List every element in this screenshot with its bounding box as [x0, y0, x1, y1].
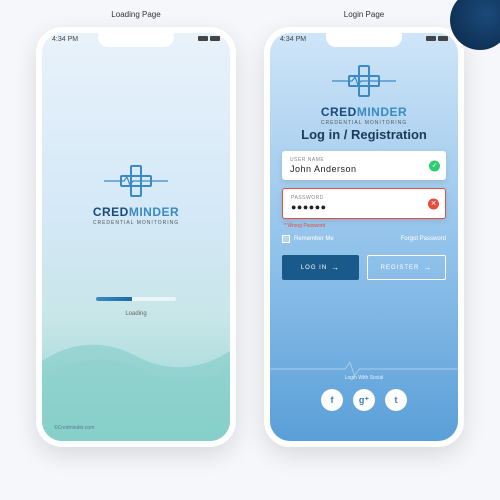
phone-login: 4:34 PM CREDMINDER CREDENTIAL MONITORING…	[264, 27, 464, 447]
twitter-icon[interactable]: t	[385, 389, 407, 411]
logo-mark	[118, 163, 154, 199]
logo-mark	[346, 63, 382, 99]
brand-name: CREDMINDER	[93, 205, 179, 219]
password-error: * Wrong Password	[284, 223, 446, 229]
notch	[98, 33, 174, 47]
status-time: 4:34 PM	[280, 36, 306, 43]
page-label-loading: Loading Page	[111, 10, 160, 19]
facebook-icon[interactable]: f	[321, 389, 343, 411]
app-logo: CREDMINDER CREDENTIAL MONITORING	[42, 163, 230, 226]
check-icon: ✓	[429, 160, 440, 171]
arrow-icon: →	[423, 263, 432, 272]
error-icon: ✕	[428, 198, 439, 209]
username-label: USER NAME	[290, 157, 438, 163]
login-button[interactable]: LOG IN→	[282, 255, 359, 280]
forgot-password-link[interactable]: Forgot Password	[401, 236, 446, 242]
register-button[interactable]: REGISTER→	[367, 255, 446, 280]
arrow-icon: →	[331, 263, 340, 272]
notch	[326, 33, 402, 47]
wave-decoration	[42, 321, 230, 441]
phone-loading: 4:34 PM CREDMINDER CREDENTIAL MONITORING…	[36, 27, 236, 447]
remember-checkbox[interactable]: Remember Me	[282, 235, 334, 243]
brand-name: CREDMINDER	[321, 105, 407, 119]
google-plus-icon[interactable]: g⁺	[353, 389, 375, 411]
loading-bar	[96, 297, 176, 301]
status-icons	[198, 36, 220, 41]
app-logo: CREDMINDER CREDENTIAL MONITORING	[270, 63, 458, 126]
password-label: PASSWORD	[291, 195, 437, 201]
brand-tagline: CREDENTIAL MONITORING	[93, 220, 179, 226]
social-label: Login With Social	[270, 375, 458, 381]
brand-tagline: CREDENTIAL MONITORING	[321, 120, 407, 126]
status-icons	[426, 36, 448, 41]
status-time: 4:34 PM	[52, 36, 78, 43]
username-value: John Anderson	[290, 164, 438, 174]
username-field[interactable]: USER NAME John Anderson ✓	[282, 151, 446, 180]
loading-text: Loading	[42, 311, 230, 317]
page-label-login: Login Page	[344, 10, 384, 19]
footer-copyright: ©Credminder.com	[54, 425, 94, 431]
page-title: Log in / Registration	[270, 127, 458, 142]
password-value: ●●●●●●	[291, 202, 437, 212]
password-field[interactable]: PASSWORD ●●●●●● ✕	[282, 188, 446, 219]
